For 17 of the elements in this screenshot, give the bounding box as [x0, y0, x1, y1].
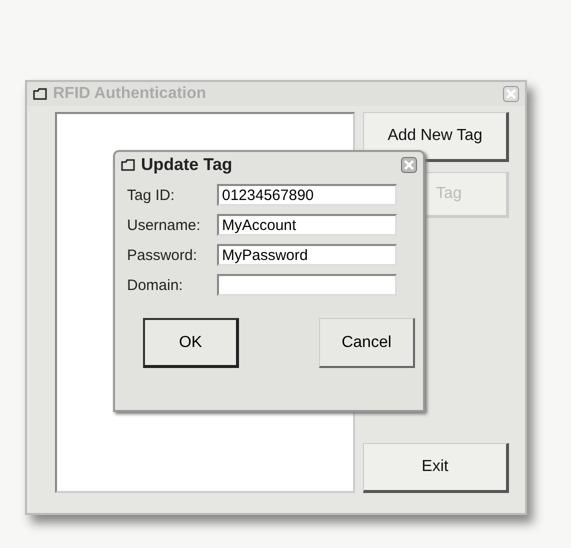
window-icon	[121, 159, 135, 171]
window-icon	[33, 88, 47, 100]
field-label: Domain:	[127, 276, 184, 294]
button[interactable]: OK	[143, 318, 239, 368]
button[interactable]: Exit	[363, 443, 509, 493]
close-icon[interactable]	[503, 86, 519, 102]
input-field[interactable]: MyAccount	[217, 214, 397, 236]
input-field[interactable]	[217, 274, 397, 296]
button[interactable]: Cancel	[319, 318, 415, 368]
dialog-title: Update Tag	[141, 155, 234, 175]
button[interactable]: Add New Tag	[363, 112, 509, 162]
field-label: Tag ID:	[127, 186, 176, 204]
field-label: Password:	[127, 246, 198, 264]
input-field[interactable]: MyPassword	[217, 244, 397, 266]
close-icon[interactable]	[401, 157, 417, 173]
input-field[interactable]: 01234567890	[217, 184, 397, 206]
field-label: Username:	[127, 216, 202, 234]
